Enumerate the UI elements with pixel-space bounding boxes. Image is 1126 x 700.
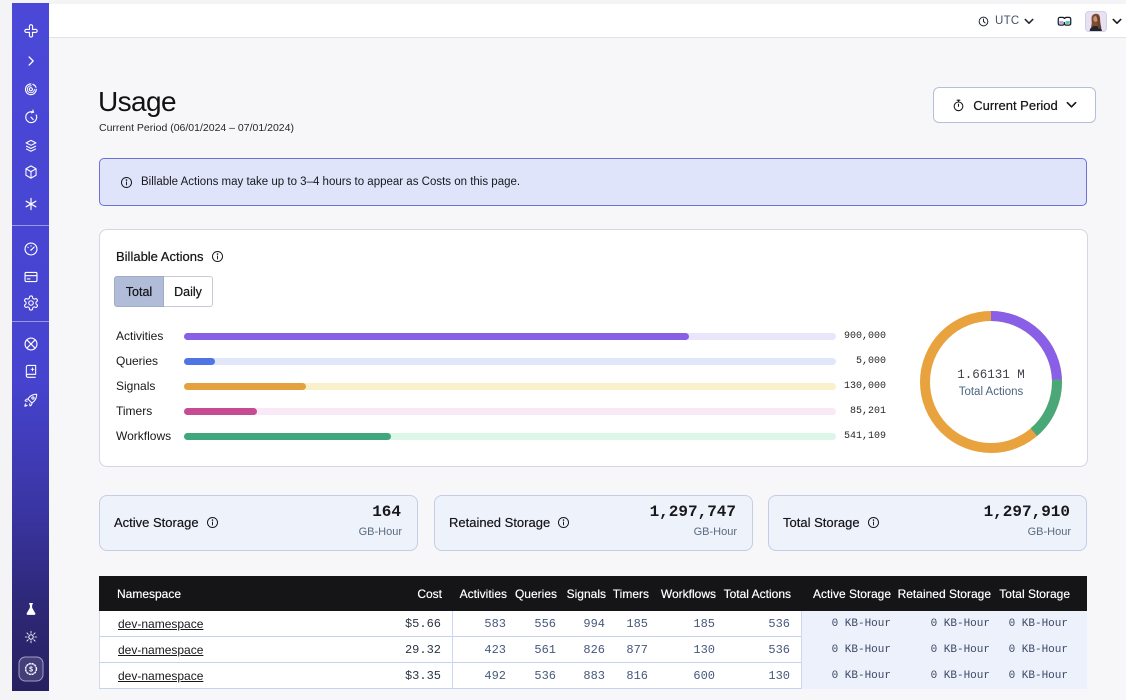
svg-text:$: $ [29, 667, 33, 674]
